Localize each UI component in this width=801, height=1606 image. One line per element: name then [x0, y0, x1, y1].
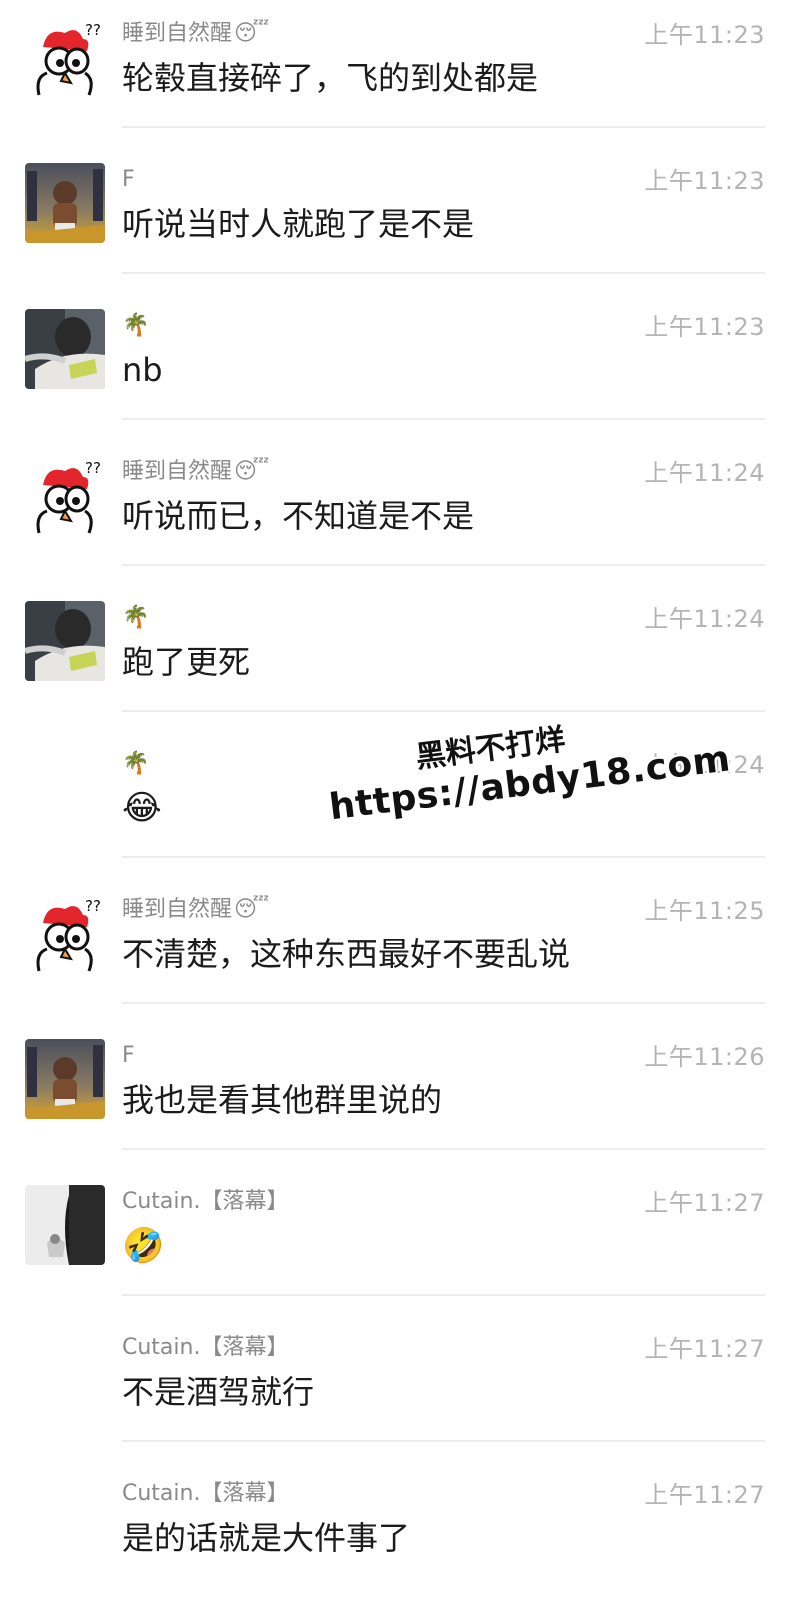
rooster-avatar[interactable]: ?? [25, 455, 105, 535]
message-text[interactable]: 轮毂直接碎了，飞的到处都是 [122, 58, 538, 98]
sender-name: 睡到自然醒😴 [122, 897, 270, 922]
message-time: 上午11:24 [644, 459, 765, 487]
sleeping-face-emoji: 😴 [234, 21, 270, 46]
divider [122, 126, 765, 128]
message-time: 上午11:24 [644, 751, 765, 779]
message-text[interactable]: 是的话就是大件事了 [122, 1518, 410, 1558]
sender-name: 🌴 [122, 313, 149, 339]
palm-user-avatar[interactable] [25, 601, 105, 681]
chat-message[interactable]: F 上午11:26 我也是看其他群里说的 [0, 1022, 801, 1168]
message-text[interactable]: 不清楚，这种东西最好不要乱说 [122, 934, 570, 974]
rofl-emoji[interactable]: 🤣 [122, 1226, 164, 1266]
sender-name: 睡到自然醒😴 [122, 459, 270, 484]
message-time: 上午11:25 [644, 897, 765, 925]
divider [122, 418, 765, 420]
divider [122, 710, 765, 712]
sender-name: 🌴 [122, 605, 149, 631]
divider [122, 1440, 765, 1442]
chat-message[interactable]: Cutain.【落幕】 上午11:27 是的话就是大件事了 [0, 1460, 801, 1606]
svg-text:??: ?? [85, 897, 101, 915]
message-text[interactable]: 我也是看其他群里说的 [122, 1080, 442, 1120]
sender-name: Cutain.【落幕】 [122, 1335, 289, 1360]
chat-message[interactable]: 🌴 上午11:24 跑了更死 [0, 584, 801, 730]
sender-name: F [122, 167, 135, 192]
sender-name: F [122, 1043, 135, 1068]
svg-text:??: ?? [85, 459, 101, 477]
palm-tree-emoji: 🌴 [122, 605, 150, 630]
chat-message[interactable]: 🌴 上午11:23 nb [0, 292, 801, 438]
divider [122, 856, 765, 858]
rooster-avatar[interactable]: ?? [25, 17, 105, 97]
chat-message[interactable]: ?? 睡到自然醒😴 上午11:24 听说而已，不知道是不是 [0, 438, 801, 584]
chat-message[interactable]: F 上午11:23 听说当时人就跑了是不是 [0, 146, 801, 292]
chat-message[interactable]: Cutain.【落幕】 上午11:27 🤣 [0, 1168, 801, 1314]
chat-message[interactable]: Cutain.【落幕】 上午11:27 不是酒驾就行 [0, 1314, 801, 1460]
message-time: 上午11:27 [644, 1335, 765, 1363]
svg-text:??: ?? [85, 21, 101, 39]
message-text[interactable]: 跑了更死 [122, 642, 250, 682]
message-time: 上午11:23 [644, 21, 765, 49]
palm-tree-emoji: 🌴 [122, 751, 150, 776]
f-avatar[interactable] [25, 1039, 105, 1119]
divider [122, 564, 765, 566]
message-text[interactable]: 听说当时人就跑了是不是 [122, 204, 474, 244]
chat-message[interactable]: ?? 睡到自然醒😴 上午11:23 轮毂直接碎了，飞的到处都是 [0, 0, 801, 146]
sleeping-face-emoji: 😴 [234, 459, 270, 484]
sender-name: Cutain.【落幕】 [122, 1189, 289, 1214]
message-time: 上午11:27 [644, 1189, 765, 1217]
divider [122, 1148, 765, 1150]
message-text[interactable]: 不是酒驾就行 [122, 1372, 314, 1412]
sender-name: 睡到自然醒😴 [122, 21, 270, 46]
sleeping-face-emoji: 😴 [234, 897, 270, 922]
sender-name: 🌴 [122, 751, 149, 777]
divider [122, 272, 765, 274]
tears-of-joy-emoji[interactable]: 😂 [122, 788, 162, 828]
message-time: 上午11:24 [644, 605, 765, 633]
message-time: 上午11:23 [644, 313, 765, 341]
chat-message[interactable]: ?? 睡到自然醒😴 上午11:25 不清楚，这种东西最好不要乱说 [0, 876, 801, 1022]
sender-name: Cutain.【落幕】 [122, 1481, 289, 1506]
message-time: 上午11:27 [644, 1481, 765, 1509]
palm-tree-emoji: 🌴 [122, 313, 150, 338]
divider [122, 1002, 765, 1004]
chat-message-list[interactable]: ?? 睡到自然醒😴 上午11:23 轮毂直接碎了，飞的到处都是 F 上午11:2… [0, 0, 801, 1606]
message-text[interactable]: 听说而已，不知道是不是 [122, 496, 474, 536]
f-avatar[interactable] [25, 163, 105, 243]
message-time: 上午11:23 [644, 167, 765, 195]
divider [122, 1294, 765, 1296]
palm-user-avatar[interactable] [25, 309, 105, 389]
message-time: 上午11:26 [644, 1043, 765, 1071]
rooster-avatar[interactable]: ?? [25, 893, 105, 973]
message-text[interactable]: nb [122, 350, 163, 390]
cutain-avatar[interactable] [25, 1185, 105, 1265]
chat-message[interactable]: 🌴 上午11:24 😂 [0, 730, 801, 876]
